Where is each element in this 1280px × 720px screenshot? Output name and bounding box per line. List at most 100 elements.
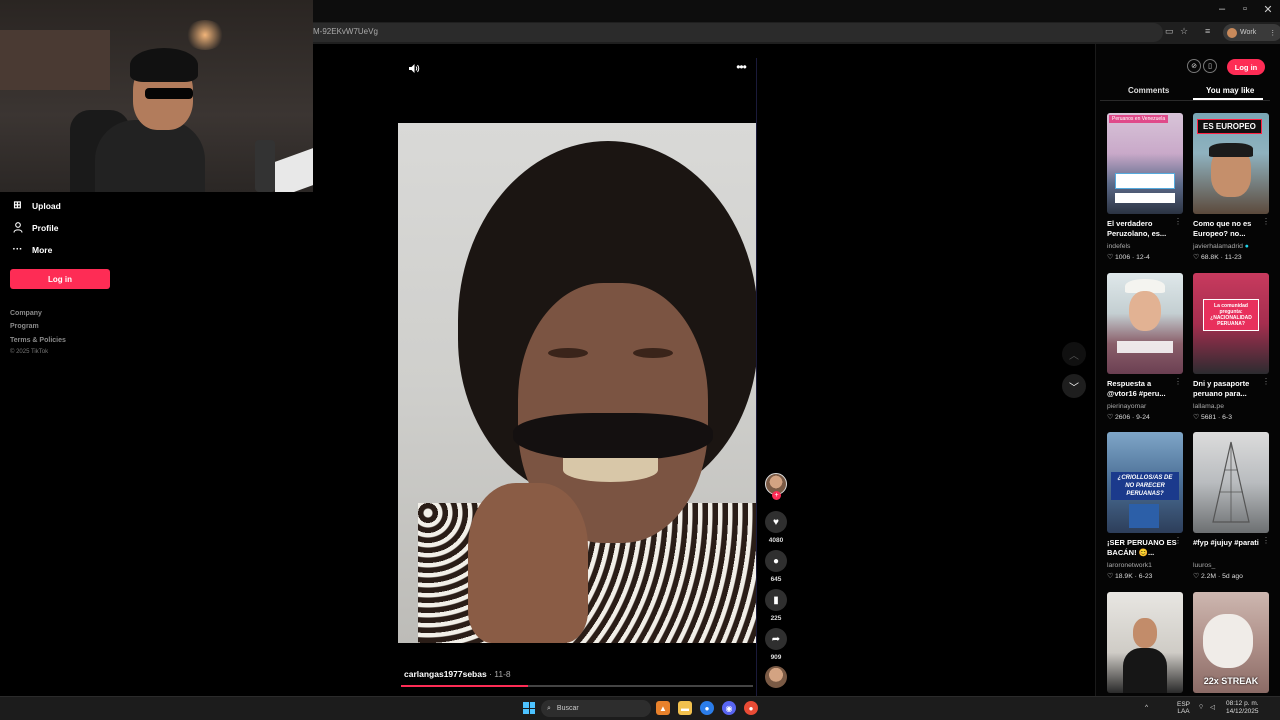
video-player[interactable] <box>398 123 756 643</box>
screen: – ▫ ✕ M-92EKvW7UeVg ▭ ☆ ≡ Work ⋮ ⊞ Uploa… <box>0 0 1280 720</box>
video-date: 11-8 <box>494 669 511 679</box>
video-more-options-icon[interactable]: ••• <box>732 60 750 74</box>
suggested-video-title[interactable]: ¡SER PERUANO ES BACÁN! 😊... <box>1107 538 1177 558</box>
browser-active-icon[interactable]: ● <box>744 701 758 715</box>
thumbnail-cap <box>1209 143 1253 157</box>
media-controls-icon[interactable]: ≡ <box>1205 26 1210 36</box>
maximize-icon[interactable]: ▫ <box>1234 3 1256 15</box>
compass-icon[interactable]: ⊘ <box>1187 59 1201 73</box>
sidebar-item-more[interactable]: ··· More <box>12 244 53 255</box>
like-button[interactable]: ♥ <box>765 511 787 533</box>
follow-plus-icon[interactable]: + <box>772 491 781 500</box>
suggested-video-author[interactable]: luuros_ <box>1193 562 1215 569</box>
comment-button[interactable]: ● <box>765 550 787 572</box>
profile-avatar <box>1227 27 1237 38</box>
search-placeholder: Buscar <box>556 705 579 712</box>
cast-icon[interactable]: ▭ <box>1165 26 1174 37</box>
video-author-line[interactable]: carlangas1977sebas · 11-8 <box>404 669 511 679</box>
minimize-icon[interactable]: – <box>1211 3 1233 15</box>
footer-link-terms[interactable]: Terms & Policies <box>10 337 66 344</box>
device-icon[interactable]: ▯ <box>1203 59 1217 73</box>
taskbar-search[interactable]: ⌕ Buscar <box>541 700 651 717</box>
card-kebab-icon[interactable]: ⋮ <box>1174 217 1182 226</box>
footer-link-company[interactable]: Company <box>10 310 42 317</box>
thumbnail-body <box>1123 648 1167 693</box>
suggested-video-title[interactable]: Como que no es Europeo? no... <box>1193 219 1263 239</box>
login-button[interactable]: Log in <box>10 269 110 289</box>
suggested-video-thumbnail[interactable] <box>1107 592 1183 693</box>
next-video-button[interactable]: ﹀ <box>1062 374 1086 398</box>
thumbnail-caption-box <box>1117 341 1173 353</box>
tab-comments[interactable]: Comments <box>1128 86 1169 95</box>
suggested-video-stats: ♡ 18.9K · 6-23 <box>1107 573 1153 580</box>
app-icon-vlc[interactable]: ▲ <box>656 701 670 715</box>
webcam-person-glasses <box>145 88 193 99</box>
taskbar-clock[interactable]: 08:12 p. m. 14/12/2025 <box>1226 700 1259 716</box>
suggested-video-thumbnail[interactable]: 22x STREAK <box>1193 592 1269 693</box>
address-bar[interactable]: M-92EKvW7UeVg <box>313 23 1163 42</box>
discord-icon[interactable]: ◉ <box>722 701 736 715</box>
suggested-video-stats: ♡ 68.8K · 11-23 <box>1193 254 1242 261</box>
suggested-video-stats: ♡ 2606 · 9-24 <box>1107 414 1150 421</box>
suggested-video-author[interactable]: pierinayomar <box>1107 403 1146 410</box>
chrome-icon[interactable]: ● <box>700 701 714 715</box>
windows-start-icon[interactable] <box>523 702 535 714</box>
tray-expand-icon[interactable]: ^ <box>1145 704 1148 711</box>
save-button[interactable]: ▮ <box>765 589 787 611</box>
suggested-video-title[interactable]: Dni y pasaporte peruano para... <box>1193 379 1263 399</box>
card-kebab-icon[interactable]: ⋮ <box>1174 377 1182 386</box>
thumbnail-face <box>1129 291 1161 331</box>
taskbar: ⌕ Buscar ▲ ▬ ● ◉ ● ^ ESP LAA ⌔ ◁ 08:12 p… <box>0 696 1280 720</box>
card-kebab-icon[interactable]: ⋮ <box>1174 536 1182 545</box>
card-kebab-icon[interactable]: ⋮ <box>1262 217 1270 226</box>
tab-you-may-like[interactable]: You may like <box>1206 86 1254 95</box>
video-progress-bar[interactable] <box>401 685 753 687</box>
suggested-video-title[interactable]: #fyp #jujuy #parati <box>1193 538 1263 548</box>
sidebar-item-upload[interactable]: ⊞ Upload <box>12 200 61 211</box>
speaker-icon[interactable]: ◁ <box>1210 704 1215 711</box>
thumbnail-caption: ¿CRIOLLOS/AS DE NO PARECER PERUANAS? <box>1111 472 1179 500</box>
bookmark-star-icon[interactable]: ☆ <box>1180 26 1188 37</box>
suggested-video-thumbnail[interactable]: La comunidad pregunta: ¿NACIONALIDAD PER… <box>1193 273 1269 374</box>
suggested-video-title[interactable]: Respuesta a @vtor16 #peru... <box>1107 379 1177 399</box>
card-kebab-icon[interactable]: ⋮ <box>1262 536 1270 545</box>
suggested-video-title[interactable]: El verdadero Peruzolano, es... <box>1107 219 1177 239</box>
suggested-video-author[interactable]: laroronetwork1 <box>1107 562 1152 569</box>
suggested-video-thumbnail[interactable]: Peruanos en Venezuela <box>1107 113 1183 214</box>
thumbnail-sticker <box>1115 193 1175 203</box>
suggested-video-thumbnail[interactable] <box>1107 273 1183 374</box>
suggested-video-author[interactable]: javierhalamadrid ● <box>1193 243 1249 250</box>
webcam-overlay <box>0 0 313 192</box>
card-kebab-icon[interactable]: ⋮ <box>1262 377 1270 386</box>
suggested-video-thumbnail[interactable]: ES EUROPEO <box>1193 113 1269 214</box>
folder-icon[interactable]: ▬ <box>678 701 692 715</box>
sidebar-item-label: Upload <box>32 200 61 211</box>
browser-toolbar: M-92EKvW7UeVg ▭ ☆ ≡ Work ⋮ <box>313 22 1280 44</box>
profile-chip[interactable]: Work ⋮ <box>1223 24 1280 41</box>
suggested-video-thumbnail[interactable] <box>1193 432 1269 533</box>
sidebar-item-label: Profile <box>32 222 59 233</box>
language-indicator[interactable]: ESP LAA <box>1177 701 1190 715</box>
webcam-desk <box>275 148 313 192</box>
footer-link-program[interactable]: Program <box>10 323 39 330</box>
webcam-bottle <box>255 140 275 192</box>
sound-avatar[interactable] <box>765 666 787 688</box>
suggested-video-thumbnail[interactable]: ¿CRIOLLOS/AS DE NO PARECER PERUANAS? <box>1107 432 1183 533</box>
video-author[interactable]: carlangas1977sebas <box>404 669 487 679</box>
suggested-video-author[interactable]: lallama.pe <box>1193 403 1224 410</box>
header-login-button[interactable]: Log in <box>1227 59 1265 75</box>
profile-icon <box>12 222 23 233</box>
previous-video-button[interactable]: ︿ <box>1062 342 1086 366</box>
volume-icon[interactable] <box>406 60 422 76</box>
video-subject-mustache <box>513 413 713 461</box>
share-icon: ➦ <box>771 633 781 645</box>
close-icon[interactable]: ✕ <box>1257 3 1279 16</box>
sidebar-item-profile[interactable]: Profile <box>12 222 58 233</box>
webcam-person-hair <box>130 48 198 82</box>
suggested-video-author[interactable]: indefels <box>1107 243 1130 250</box>
webcam-person-body <box>95 120 205 192</box>
wifi-icon[interactable]: ⌔ <box>1198 704 1204 711</box>
share-button[interactable]: ➦ <box>765 628 787 650</box>
browser-titlebar: – ▫ ✕ <box>313 0 1280 22</box>
kebab-menu-icon[interactable]: ⋮ <box>1269 29 1276 37</box>
